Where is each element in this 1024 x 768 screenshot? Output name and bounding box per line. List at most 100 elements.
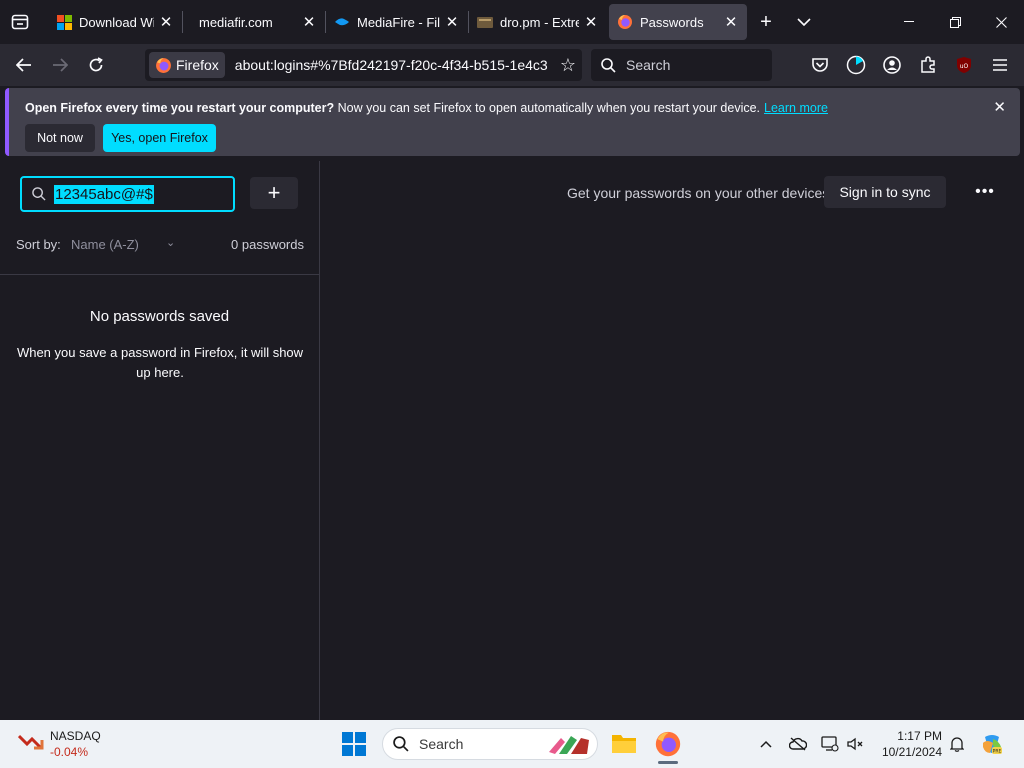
search-icon (601, 57, 616, 73)
sort-label: Sort by: (16, 237, 61, 252)
notification-bell-icon[interactable] (947, 734, 967, 754)
puzzle-icon (921, 56, 935, 73)
list-all-tabs-button[interactable] (785, 0, 823, 44)
firefox-view-icon (11, 14, 29, 30)
more-options-icon[interactable]: ••• (972, 179, 998, 205)
clock-time[interactable]: 1:17 PM (880, 729, 942, 743)
copilot-icon[interactable]: PRE (981, 733, 1003, 755)
tab-title: dro.pm - Extrem (500, 14, 579, 30)
reload-icon (89, 57, 103, 72)
search-icon (32, 187, 46, 201)
url-text[interactable]: about:logins#%7Bfd242197-f20c-4f34-b515-… (235, 57, 553, 73)
extensions-button[interactable] (916, 53, 940, 77)
chevron-down-icon (797, 18, 811, 26)
taskbar-search-label: Search (419, 736, 464, 752)
close-tab-icon[interactable]: ✕ (583, 14, 599, 31)
windows-taskbar: NASDAQ -0.04% Search 1:17 PM 10/21/2024 … (0, 720, 1024, 768)
empty-list-title: No passwords saved (89, 308, 230, 325)
identity-label: Firefox (176, 57, 219, 73)
mediafire-icon (334, 14, 350, 30)
not-now-button[interactable]: Not now (25, 124, 95, 152)
svg-text:PRE: PRE (993, 749, 1002, 755)
hamburger-menu-icon (993, 59, 1007, 71)
tab-strip: Download Wind ✕ mediafir.com ✕ MediaFire… (0, 0, 1024, 44)
reload-button[interactable] (78, 49, 114, 81)
search-highlight-icon (549, 736, 589, 754)
tab-title: mediafir.com (199, 14, 273, 30)
sync-prompt-text: Get your passwords on your other devices (567, 185, 830, 201)
sort-select[interactable]: Name (A-Z) (71, 237, 139, 252)
yes-open-firefox-button[interactable]: Yes, open Firefox (103, 124, 216, 152)
back-button[interactable] (6, 49, 42, 81)
learn-more-link[interactable]: Learn more (764, 101, 828, 115)
empty-list-description: When you save a password in Firefox, it … (16, 345, 304, 380)
minimize-button[interactable] (886, 0, 932, 44)
file-explorer-icon[interactable] (611, 732, 637, 754)
close-notification-icon[interactable]: ✕ (993, 98, 1006, 116)
identity-box[interactable]: Firefox (149, 52, 225, 78)
tab-mediafire[interactable]: MediaFire - File ✕ (326, 4, 468, 40)
tab-passwords[interactable]: Passwords ✕ (609, 4, 747, 40)
chevron-down-icon[interactable]: ⌄ (166, 236, 175, 249)
firefox-taskbar-icon[interactable] (655, 731, 681, 757)
active-app-indicator (658, 761, 678, 764)
ublock-origin-button[interactable]: uO (952, 53, 976, 77)
minimize-icon (904, 21, 914, 22)
notification-message: Open Firefox every time you restart your… (25, 101, 828, 115)
close-tab-icon[interactable]: ✕ (158, 14, 174, 31)
default-browser-notification: Open Firefox every time you restart your… (5, 88, 1020, 156)
bookmark-star-icon[interactable]: ☆ (560, 55, 576, 76)
onedrive-sync-icon[interactable] (788, 734, 808, 754)
back-arrow-icon (16, 58, 31, 72)
close-tab-icon[interactable]: ✕ (301, 14, 317, 31)
volume-muted-icon[interactable] (846, 734, 866, 754)
account-button[interactable] (880, 53, 904, 77)
tab-download-windows[interactable]: Download Wind ✕ (48, 4, 182, 40)
restore-icon (949, 16, 961, 28)
passwords-count: 0 passwords (231, 237, 304, 252)
close-window-button[interactable] (978, 0, 1024, 44)
stock-change: -0.04% (50, 745, 89, 759)
windows-start-icon[interactable] (342, 732, 366, 756)
search-bar[interactable]: Search (591, 49, 772, 81)
pocket-icon (812, 58, 828, 72)
pocket-button[interactable] (808, 53, 832, 77)
firefox-icon (156, 57, 171, 73)
navigation-toolbar: Firefox about:logins#%7Bfd242197-f20c-4f… (0, 44, 1024, 86)
account-icon (883, 56, 901, 74)
tab-mediafir[interactable]: mediafir.com ✕ (183, 4, 325, 40)
app-menu-button[interactable] (988, 53, 1012, 77)
stock-name[interactable]: NASDAQ (50, 729, 101, 743)
search-icon (393, 736, 409, 752)
divider (0, 274, 319, 275)
add-login-button[interactable]: + (250, 177, 298, 209)
dro-pm-icon (477, 14, 493, 30)
new-tab-button[interactable]: + (747, 0, 785, 44)
search-placeholder: Search (626, 57, 671, 73)
login-detail-pane: Get your passwords on your other devices… (321, 161, 1024, 720)
stock-down-icon[interactable] (18, 732, 44, 752)
firefox-view-button[interactable] (0, 0, 40, 44)
close-tab-icon[interactable]: ✕ (444, 14, 460, 31)
show-hidden-icons-chevron-up-icon[interactable] (756, 734, 776, 754)
tab-title: Download Wind (79, 14, 154, 30)
tab-title: Passwords (640, 14, 704, 30)
restore-button[interactable] (932, 0, 978, 44)
tab-dro-pm[interactable]: dro.pm - Extrem ✕ (469, 4, 607, 40)
tab-title: MediaFire - File (357, 14, 440, 30)
network-icon[interactable] (820, 734, 840, 754)
url-bar[interactable]: Firefox about:logins#%7Bfd242197-f20c-4f… (145, 49, 582, 81)
windows-icon (56, 14, 72, 30)
timer-extension-button[interactable] (844, 53, 868, 77)
close-icon (995, 16, 1007, 28)
svg-text:uO: uO (960, 63, 969, 70)
logins-sidebar: 12345abc@#$ + Sort by: Name (A-Z) ⌄ 0 pa… (0, 161, 320, 720)
notification-text: Now you can set Firefox to open automati… (334, 101, 761, 115)
password-filter-input[interactable]: 12345abc@#$ (20, 176, 235, 212)
forward-button[interactable] (42, 49, 78, 81)
close-tab-icon[interactable]: ✕ (723, 14, 739, 31)
sign-in-to-sync-button[interactable]: Sign in to sync (824, 176, 946, 208)
taskbar-search-box[interactable]: Search (382, 728, 598, 760)
clock-date[interactable]: 10/21/2024 (872, 745, 942, 759)
plus-icon: + (760, 10, 772, 33)
